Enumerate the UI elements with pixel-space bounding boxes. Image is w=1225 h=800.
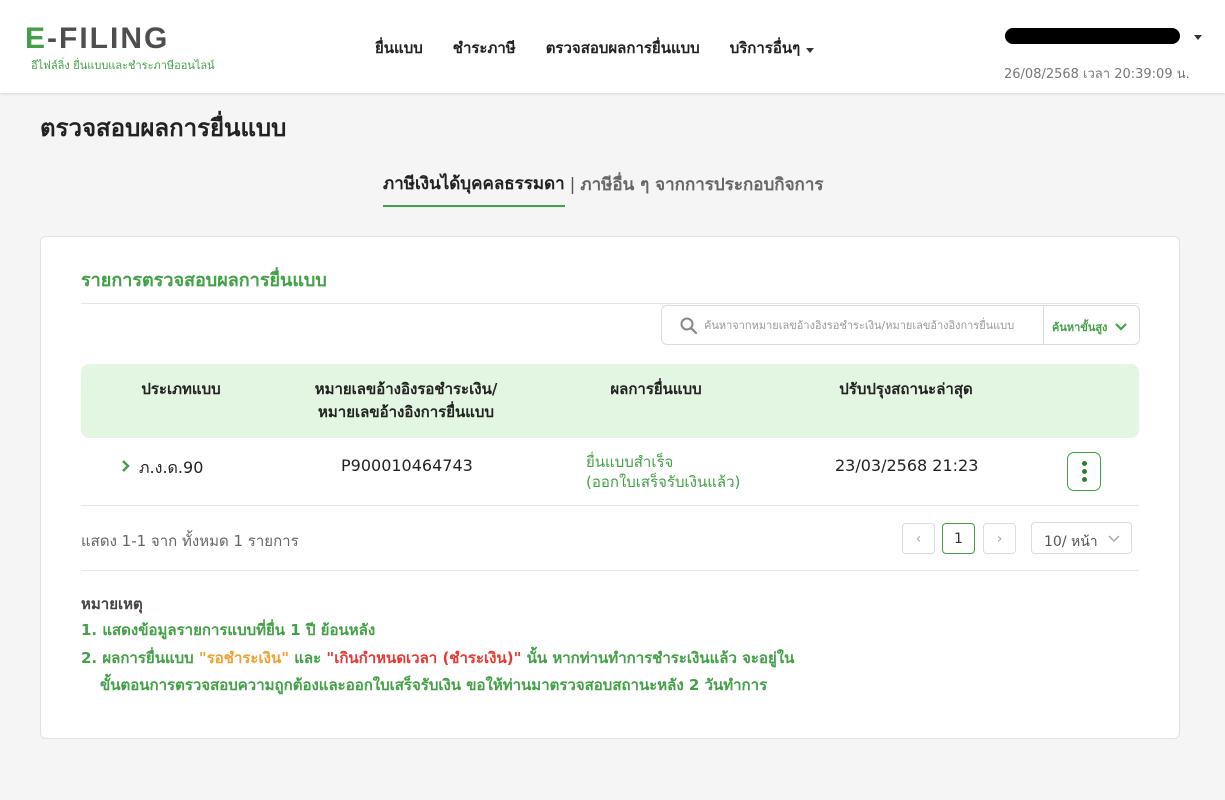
search-icon [680, 317, 697, 334]
divider [81, 570, 1139, 571]
tab-personal-income-tax[interactable]: ภาษีเงินได้บุคคลธรรมดา [383, 170, 565, 207]
prev-page-button[interactable]: ‹ [902, 523, 935, 554]
note-status-pending: "รอชำระเงิน" [198, 649, 290, 667]
note-status-overdue: "เกินกำหนดเวลา (ชำระเงิน)" [326, 649, 522, 667]
chevron-down-icon [1115, 323, 1128, 331]
top-header: E-FILING อีไฟล์ลิ่ง ยื่นแบบและชำระภาษีออ… [0, 0, 1225, 93]
nav-check-filing-result[interactable]: ตรวจสอบผลการยื่นแบบ [546, 36, 700, 60]
filing-result-detail: (ออกใบเสร็จรับเงินแล้ว) [586, 473, 741, 491]
cell-form-type: ภ.ง.ด.90 [139, 458, 204, 477]
note-item-1: 1. แสดงข้อมูลรายการแบบที่ยื่น 1 ปี ย้อนห… [81, 621, 376, 639]
table-row: ภ.ง.ด.90 P900010464743 ยื่นแบบสำเร็จ (ออ… [81, 438, 1139, 506]
divider [1043, 306, 1044, 344]
chevron-right-icon[interactable] [121, 460, 131, 472]
filing-results-card: รายการตรวจสอบผลการยื่นแบบ ค้นหาขั้นสูง ป… [40, 236, 1180, 739]
user-menu-caret-icon[interactable] [1194, 35, 1202, 40]
search-box: ค้นหาขั้นสูง [661, 305, 1140, 345]
advanced-search-toggle[interactable]: ค้นหาขั้นสูง [1052, 318, 1128, 336]
page-size-value: 10/ หน้า [1044, 534, 1098, 550]
nav-file-return[interactable]: ยื่นแบบ [375, 36, 423, 60]
column-header-last-updated: ปรับปรุงสถานะล่าสุด [839, 380, 973, 398]
efiling-logo[interactable]: E-FILING อีไฟล์ลิ่ง ยื่นแบบและชำระภาษีออ… [25, 22, 225, 72]
page-size-select[interactable]: 10/ หน้า [1031, 522, 1132, 554]
card-title: รายการตรวจสอบผลการยื่นแบบ [81, 270, 327, 291]
note-item-2-text: นั้น หากท่านทำการชำระเงินแล้ว จะอยู่ใน [521, 649, 795, 667]
chevron-down-icon [1108, 535, 1120, 543]
nav-other-services-label: บริการอื่นๆ [729, 39, 801, 57]
column-header-reference-line1: หมายเลขอ้างอิงรอชำระเงิน/ [314, 380, 498, 398]
dropdown-caret-icon [806, 47, 815, 53]
note-item-2-text: 2. ผลการยื่นแบบ [81, 649, 199, 667]
logo-letter-e: E [25, 22, 48, 55]
logo-subtitle: อีไฟล์ลิ่ง ยื่นแบบและชำระภาษีออนไลน์ [31, 59, 215, 72]
page-1-button[interactable]: 1 [942, 523, 975, 554]
filing-result-status: ยื่นแบบสำเร็จ [586, 453, 674, 471]
main-nav: ยื่นแบบ ชำระภาษี ตรวจสอบผลการยื่นแบบ บริ… [375, 36, 844, 60]
note-item-2-continued: ขั้นตอนการตรวจสอบความถูกต้องและออกใบเสร็… [100, 676, 768, 694]
notes-title: หมายเหตุ [81, 595, 143, 613]
page-title: ตรวจสอบผลการยื่นแบบ [40, 114, 287, 142]
next-page-button[interactable]: › [983, 523, 1016, 554]
pagination-summary: แสดง 1-1 จาก ทั้งหมด 1 รายการ [81, 532, 299, 550]
table-header: ประเภทแบบ หมายเลขอ้างอิงรอชำระเงิน/ หมาย… [81, 364, 1139, 438]
nav-other-services[interactable]: บริการอื่นๆ [729, 36, 815, 60]
row-actions-button[interactable] [1067, 452, 1101, 491]
cell-reference-number: P900010464743 [341, 456, 473, 475]
tax-type-tabs: ภาษีเงินได้บุคคลธรรมดา | ภาษีอื่น ๆ จากก… [383, 170, 824, 207]
column-header-type: ประเภทแบบ [141, 380, 221, 398]
divider [81, 303, 1139, 304]
tab-other-business-tax[interactable]: ภาษีอื่น ๆ จากการประกอบกิจการ [580, 171, 823, 206]
user-name-redacted[interactable] [1005, 28, 1180, 44]
column-header-result: ผลการยื่นแบบ [610, 380, 702, 398]
search-input[interactable] [704, 314, 1034, 336]
logo-wordmark-rest: -FILING [47, 22, 170, 55]
column-header-reference: หมายเลขอ้างอิงรอชำระเงิน/ หมายเลขอ้างอิง… [281, 378, 531, 424]
cell-filing-result: ยื่นแบบสำเร็จ (ออกใบเสร็จรับเงินแล้ว) [586, 452, 740, 492]
tab-separator: | [569, 174, 576, 195]
advanced-search-label: ค้นหาขั้นสูง [1052, 321, 1108, 334]
note-item-2: 2. ผลการยื่นแบบ "รอชำระเงิน" และ "เกินกำ… [81, 648, 794, 668]
note-item-2-text: และ [289, 649, 327, 667]
current-datetime: 26/08/2568 เวลา 20:39:09 น. [1004, 67, 1190, 82]
nav-pay-tax[interactable]: ชำระภาษี [453, 36, 516, 60]
cell-last-updated: 23/03/2568 21:23 [835, 456, 979, 475]
column-header-reference-line2: หมายเลขอ้างอิงการยื่นแบบ [318, 403, 494, 421]
logo-wordmark: E-FILING [25, 22, 169, 56]
